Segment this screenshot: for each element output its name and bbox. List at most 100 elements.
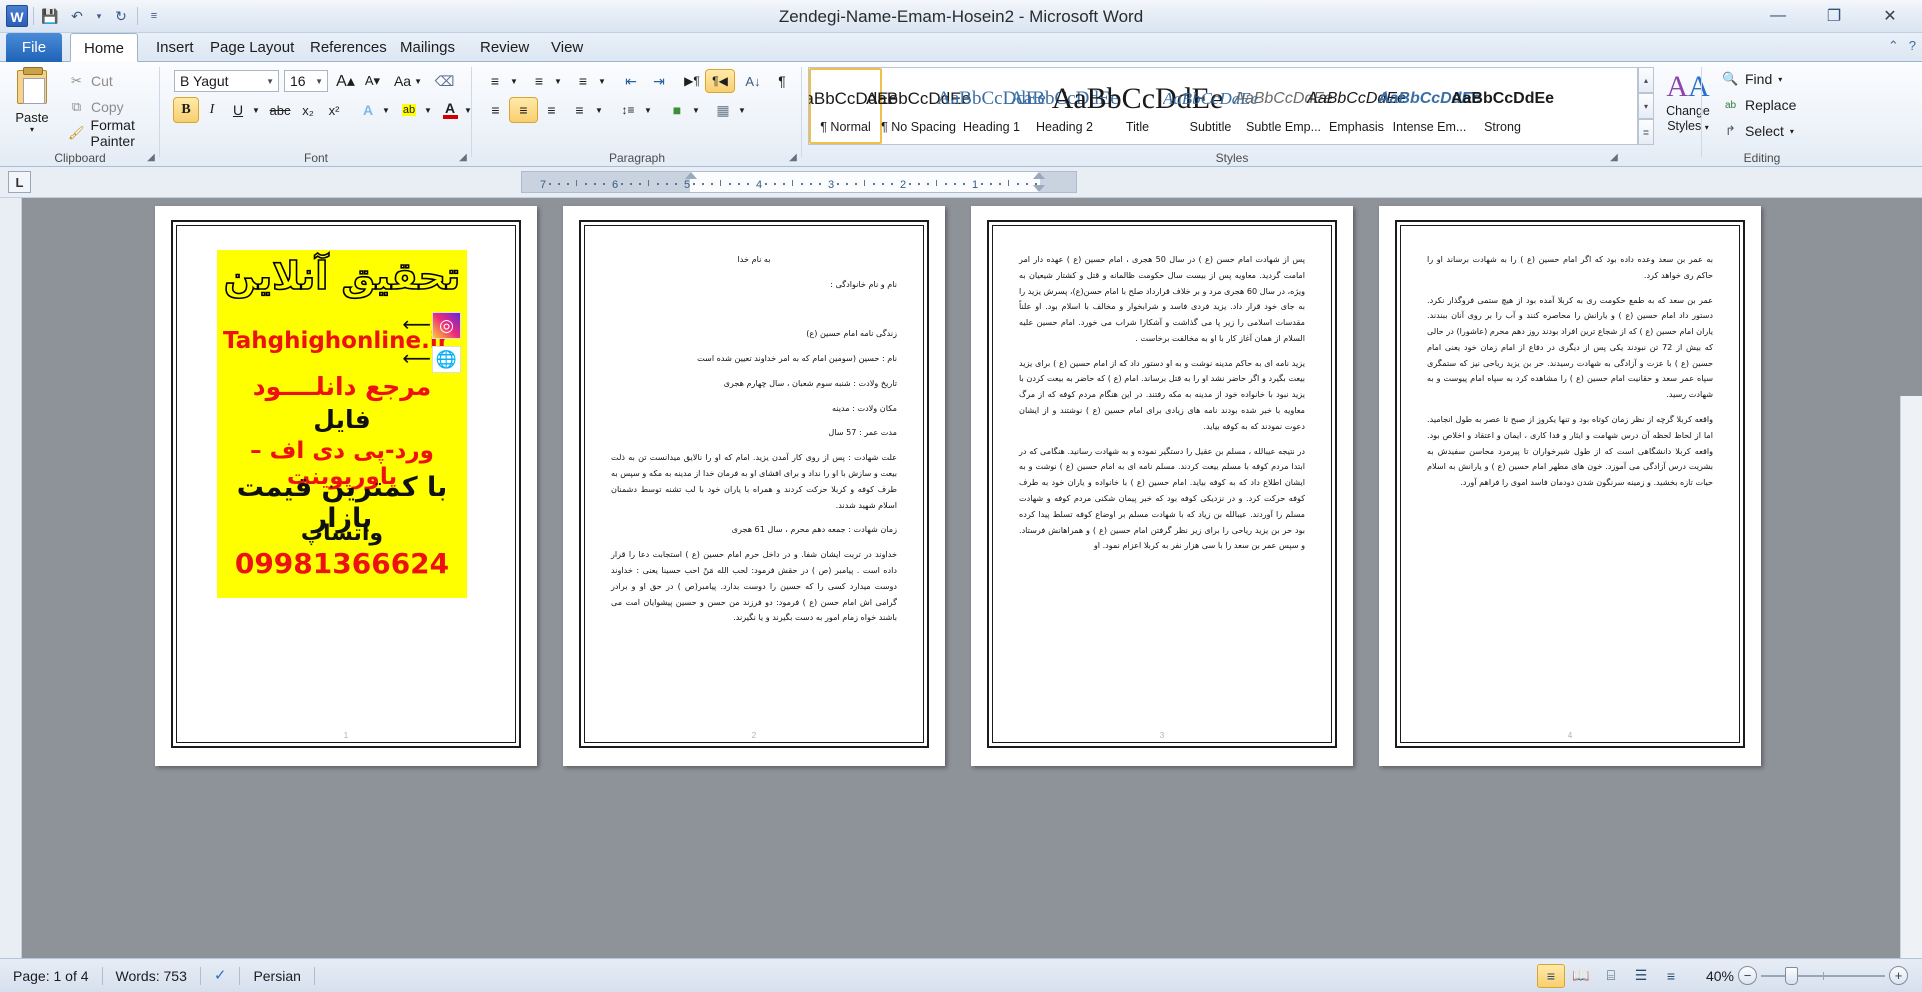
style-strong[interactable]: AaBbCcDdEe Strong (1451, 68, 1554, 144)
format-painter-button[interactable]: 🖌 Format Painter (64, 117, 160, 149)
find-button[interactable]: 🔍 Find ▾ (1718, 68, 1786, 90)
shading-dropdown-icon[interactable]: ▼ (690, 98, 702, 122)
shrink-font-button[interactable]: A▾ (360, 70, 385, 92)
numbering-dropdown-icon[interactable]: ▼ (552, 70, 564, 92)
ribbon-minimize-icon[interactable]: ⌃ (1888, 38, 1899, 54)
line-spacing-button[interactable]: ↕≡ (614, 98, 642, 122)
page-indicator[interactable]: Page: 1 of 4 (0, 964, 102, 988)
page-2-text[interactable]: به نام خدا نام و نام خانوادگی : زندگی نام… (611, 252, 897, 635)
view-outline-button[interactable]: ☰ (1628, 965, 1654, 987)
show-formatting-marks-button[interactable]: ¶ (770, 70, 794, 92)
view-web-layout-button[interactable]: ⌸ (1598, 965, 1624, 987)
clear-formatting-button[interactable]: ⌫ (432, 70, 457, 92)
font-color-button[interactable]: A (438, 98, 462, 122)
styles-dialog-launcher[interactable]: ◢ (1608, 152, 1620, 164)
page-4-text[interactable]: به عمر بن سعد وعده داده بود که اگر امام … (1427, 252, 1713, 500)
align-left-button[interactable]: ≡ (482, 98, 509, 122)
ltr-paragraph-button[interactable]: ▶¶ (678, 70, 706, 92)
font-dialog-launcher[interactable]: ◢ (457, 152, 469, 164)
multilevel-dropdown-icon[interactable]: ▼ (596, 70, 608, 92)
underline-button[interactable]: U (226, 98, 250, 122)
zoom-slider[interactable] (1761, 966, 1885, 986)
tab-file[interactable]: File (6, 33, 62, 62)
subscript-button[interactable]: x₂ (296, 98, 320, 122)
copy-button[interactable]: ⧉ Copy (64, 96, 128, 118)
sort-button[interactable]: A↓ (740, 70, 766, 92)
tab-mailings[interactable]: Mailings (387, 33, 468, 62)
rtl-paragraph-button[interactable]: ¶◀ (705, 69, 735, 93)
text-highlight-button[interactable]: ab (396, 98, 422, 122)
vertical-scrollbar[interactable] (1900, 396, 1922, 992)
strikethrough-button[interactable]: abc (266, 98, 294, 122)
group-paragraph: ≡ ▼ ≡ ▼ ≡ ▼ ⇤ ⇥ ▶¶ ¶◀ A↓ ¶ ≡ ≡ ≡ ≡ ▼ ↕≡ … (472, 62, 802, 167)
font-name-combo[interactable]: B Yagut ▼ (174, 70, 279, 92)
decrease-indent-button[interactable]: ⇤ (618, 70, 644, 92)
view-full-screen-reading-button[interactable]: 📖 (1568, 965, 1594, 987)
borders-dropdown-icon[interactable]: ▼ (736, 98, 748, 122)
select-dropdown-icon[interactable]: ▾ (1790, 127, 1794, 136)
zoom-level-label[interactable]: 40% (1688, 968, 1734, 984)
increase-indent-button[interactable]: ⇥ (646, 70, 672, 92)
grow-font-button[interactable]: A▴ (333, 70, 358, 92)
underline-dropdown-icon[interactable]: ▼ (250, 98, 262, 122)
borders-button[interactable]: ▦ (710, 98, 736, 122)
page-2[interactable]: به نام خدا نام و نام خانوادگی : زندگی نام… (563, 206, 945, 766)
styles-scroll-down-button[interactable]: ▾ (1638, 93, 1654, 119)
select-button[interactable]: ↱ Select ▾ (1718, 120, 1798, 142)
tab-view[interactable]: View (538, 33, 596, 62)
page-1[interactable]: تحقیق آنلاین Tahghighonline.ir ◎ 🌐 ⟵ ⟵ م… (155, 206, 537, 766)
justify-button[interactable]: ≡ (566, 98, 593, 122)
bold-button[interactable]: B (173, 97, 199, 123)
minimize-button[interactable]: — (1750, 1, 1806, 31)
line-spacing-dropdown-icon[interactable]: ▼ (642, 98, 654, 122)
bullets-dropdown-icon[interactable]: ▼ (508, 70, 520, 92)
cut-button[interactable]: ✂ Cut (64, 70, 117, 92)
italic-button[interactable]: I (200, 98, 224, 122)
font-size-combo[interactable]: 16 ▼ (284, 70, 328, 92)
page-4[interactable]: به عمر بن سعد وعده داده بود که اگر امام … (1379, 206, 1761, 766)
tab-stop-selector[interactable]: L (8, 171, 31, 193)
help-icon[interactable]: ? (1909, 38, 1916, 54)
page-3-text[interactable]: پس از شهادت امام حسن (ع ) در سال 50 هجری… (1019, 252, 1305, 563)
clipboard-dialog-launcher[interactable]: ◢ (145, 152, 157, 164)
shading-button[interactable]: ■ (664, 98, 690, 122)
tab-review[interactable]: Review (467, 33, 542, 62)
styles-scroll-up-button[interactable]: ▴ (1638, 67, 1654, 93)
numbering-button[interactable]: ≡ (526, 70, 552, 92)
text-effects-button[interactable]: A (356, 98, 380, 122)
paste-dropdown-icon[interactable]: ▾ (30, 125, 34, 134)
tab-references[interactable]: References (297, 33, 400, 62)
horizontal-ruler[interactable]: 7 6 5 4 3 2 1 (521, 171, 1077, 193)
superscript-button[interactable]: x² (322, 98, 346, 122)
proofing-status[interactable]: ✓ (201, 964, 240, 988)
close-button[interactable]: ✕ (1862, 1, 1918, 31)
restore-button[interactable]: ❐ (1806, 1, 1862, 31)
styles-more-button[interactable]: ≣ (1638, 119, 1654, 145)
bullets-button[interactable]: ≡ (482, 70, 508, 92)
zoom-slider-thumb[interactable] (1785, 966, 1798, 985)
align-center-button[interactable]: ≡ (509, 97, 538, 123)
zoom-out-button[interactable]: − (1738, 966, 1757, 985)
multilevel-list-button[interactable]: ≡ (570, 70, 596, 92)
change-case-button[interactable]: Aa ▼ (392, 70, 424, 92)
highlight-dropdown-icon[interactable]: ▼ (422, 98, 434, 122)
align-right-button[interactable]: ≡ (538, 98, 565, 122)
styles-gallery[interactable]: AaBbCcDdEe¶ NormalAaBbCcDdEe¶ No Spacing… (808, 67, 1638, 145)
language-indicator[interactable]: Persian (240, 964, 313, 988)
view-print-layout-button[interactable]: ≡ (1537, 963, 1565, 988)
tab-home[interactable]: Home (70, 33, 139, 62)
justify-dropdown-icon[interactable]: ▼ (593, 98, 605, 122)
page-3[interactable]: پس از شهادت امام حسن (ع ) در سال 50 هجری… (971, 206, 1353, 766)
paragraph-dialog-launcher[interactable]: ◢ (787, 152, 799, 164)
zoom-in-button[interactable]: + (1889, 966, 1908, 985)
spell-check-icon: ✓ (213, 966, 227, 984)
find-dropdown-icon[interactable]: ▾ (1778, 75, 1782, 84)
chevron-down-icon-2[interactable]: ▼ (315, 77, 323, 86)
text-effects-dropdown-icon[interactable]: ▼ (380, 98, 392, 122)
paste-button[interactable]: Paste ▾ (6, 66, 58, 144)
tab-page-layout[interactable]: Page Layout (197, 33, 307, 62)
word-count[interactable]: Words: 753 (103, 964, 200, 988)
view-draft-button[interactable]: ≡ (1658, 965, 1684, 987)
chevron-down-icon[interactable]: ▼ (266, 77, 274, 86)
replace-button[interactable]: ab Replace (1718, 94, 1800, 116)
